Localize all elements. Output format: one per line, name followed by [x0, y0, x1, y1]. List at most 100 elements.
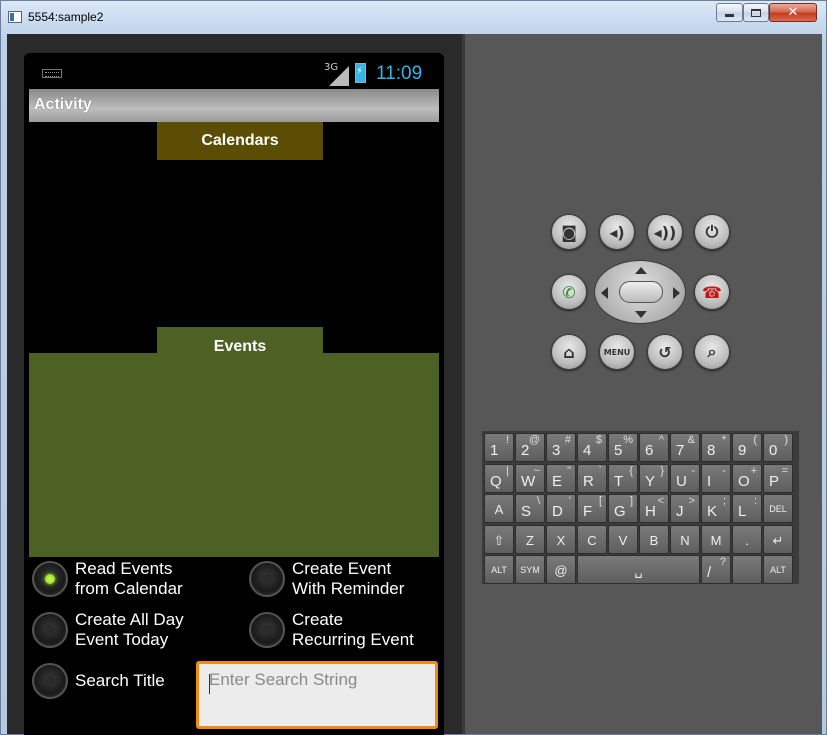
key-8[interactable]: 8 * [701, 433, 731, 462]
key-slash[interactable]: /? [701, 555, 731, 584]
key-r[interactable]: R ` [577, 464, 607, 493]
volume-down-icon: ◂) [609, 222, 625, 242]
key-7[interactable]: 7 & [670, 433, 700, 462]
option-search-title[interactable]: Search Title [32, 663, 165, 699]
home-button[interactable]: ⌂ [551, 334, 587, 370]
key-label: K [707, 503, 718, 520]
key-period[interactable]: . [732, 525, 762, 554]
option-create-event-reminder[interactable]: Create Event With Reminder [249, 559, 404, 599]
key-t[interactable]: T{ [608, 464, 638, 493]
key-label: ALT [770, 565, 786, 575]
minimize-icon [725, 14, 734, 17]
call-icon: ✆ [562, 282, 576, 302]
back-button[interactable]: ↺ [647, 334, 683, 370]
dpad-down-icon[interactable] [635, 311, 647, 318]
key-at[interactable]: @ [546, 555, 576, 584]
key-4[interactable]: 4 $ [577, 433, 607, 462]
key-i[interactable]: I- [701, 464, 731, 493]
key-label: . [745, 533, 749, 548]
key-alt-label: : [753, 495, 757, 507]
shift-key[interactable]: ⇧ [484, 525, 514, 554]
close-icon: ✕ [787, 5, 799, 20]
dpad-center-button[interactable] [619, 281, 663, 303]
key-h[interactable]: H < [639, 494, 669, 523]
space-key[interactable]: ␣ [577, 555, 700, 584]
end-call-button[interactable]: ☎ [694, 274, 730, 310]
key-q[interactable]: Q | [484, 464, 514, 493]
sym-key[interactable]: SYM [515, 555, 545, 584]
option-read-events[interactable]: Read Events from Calendar [32, 559, 183, 599]
key-label: 8 [707, 442, 716, 459]
dpad[interactable] [594, 260, 686, 324]
camera-button[interactable]: ◙ [551, 214, 587, 250]
end-call-icon: ☎ [702, 282, 722, 302]
minimize-button[interactable] [716, 3, 743, 22]
key-e[interactable]: E " [546, 464, 576, 493]
radio-button[interactable] [32, 612, 68, 648]
alt-key-right[interactable]: ALT [763, 555, 793, 584]
key-label: ␣ [634, 563, 643, 578]
key-6[interactable]: 6 ^ [639, 433, 669, 462]
key-5[interactable]: 5% [608, 433, 638, 462]
search-field[interactable] [196, 661, 438, 729]
key-1[interactable]: 1! [484, 433, 514, 462]
key-3[interactable]: 3 # [546, 433, 576, 462]
enter-key[interactable]: ↵ [763, 525, 793, 554]
key-n[interactable]: N [670, 525, 700, 554]
key-label: ↵ [772, 533, 784, 548]
radio-button[interactable] [32, 663, 68, 699]
key-x[interactable]: X [546, 525, 576, 554]
key-label: ⇧ [493, 533, 505, 548]
maximize-button[interactable] [743, 3, 769, 22]
search-button[interactable]: ⌕ [694, 334, 730, 370]
radio-button[interactable] [249, 612, 285, 648]
menu-button[interactable]: MENU [599, 334, 635, 370]
key-s[interactable]: S \ [515, 494, 545, 523]
close-button[interactable]: ✕ [769, 3, 817, 22]
radio-button[interactable] [249, 561, 285, 597]
key-m[interactable]: M [701, 525, 731, 554]
volume-down-button[interactable]: ◂) [599, 214, 635, 250]
key-a[interactable]: A [484, 494, 514, 523]
volume-up-button[interactable]: ◂)) [647, 214, 683, 250]
key-0[interactable]: 0) [763, 433, 793, 462]
key-f[interactable]: F[ [577, 494, 607, 523]
delete-key[interactable]: DEL [763, 494, 793, 523]
key-label: J [676, 503, 684, 520]
key-y[interactable]: Y} [639, 464, 669, 493]
tab-calendars[interactable]: Calendars [157, 122, 323, 160]
dpad-left-icon[interactable] [601, 287, 608, 299]
key-o[interactable]: O + [732, 464, 762, 493]
blank-key[interactable] [732, 555, 762, 584]
dpad-right-icon[interactable] [673, 287, 680, 299]
key-p[interactable]: P = [763, 464, 793, 493]
key-k[interactable]: K; [701, 494, 731, 523]
search-input[interactable] [199, 664, 435, 726]
key-alt-label: \ [536, 495, 540, 507]
key-v[interactable]: V [608, 525, 638, 554]
call-button[interactable]: ✆ [551, 274, 587, 310]
radio-button-selected[interactable] [32, 561, 68, 597]
power-button[interactable]: ⏻ [694, 214, 730, 250]
key-z[interactable]: Z [515, 525, 545, 554]
key-9[interactable]: 9( [732, 433, 762, 462]
key-u[interactable]: U- [670, 464, 700, 493]
key-b[interactable]: B [639, 525, 669, 554]
key-w[interactable]: W ~ [515, 464, 545, 493]
action-bar: Activity [29, 89, 439, 122]
alt-key[interactable]: ALT [484, 555, 514, 584]
key-2[interactable]: 2 @ [515, 433, 545, 462]
dpad-up-icon[interactable] [635, 267, 647, 274]
option-create-all-day[interactable]: Create All Day Event Today [32, 610, 184, 650]
key-d[interactable]: D ' [546, 494, 576, 523]
key-c[interactable]: C [577, 525, 607, 554]
key-label: C [587, 533, 597, 548]
status-bar: 3G 11:09 [24, 53, 444, 89]
key-g[interactable]: G] [608, 494, 638, 523]
key-alt-label: @ [528, 434, 540, 446]
option-create-recurring[interactable]: Create Recurring Event [249, 610, 414, 650]
tab-events[interactable]: Events [157, 327, 323, 355]
key-j[interactable]: J > [670, 494, 700, 523]
key-label: SYM [520, 565, 540, 575]
key-l[interactable]: L: [732, 494, 762, 523]
